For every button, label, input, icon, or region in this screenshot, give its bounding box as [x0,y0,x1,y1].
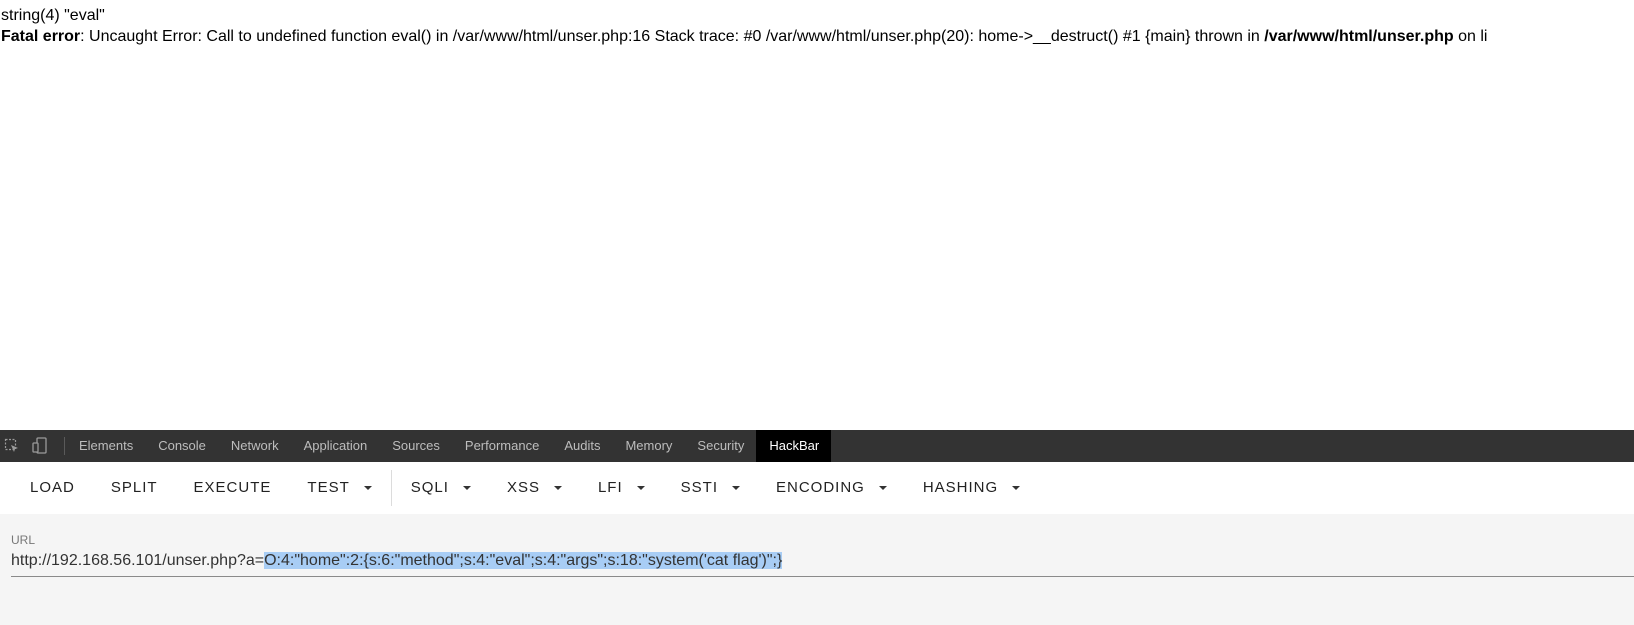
fatal-error-message: Fatal error: Uncaught Error: Call to und… [1,27,1487,47]
caret-down-icon [462,486,471,490]
fatal-error-label: Fatal error [1,28,81,45]
sqli-dropdown[interactable]: SQLI [393,462,489,514]
execute-button[interactable]: EXECUTE [176,462,290,514]
fatal-error-file: /var/www/html/unser.php [1264,28,1454,45]
url-selected-text: O:4:"home":2:{s:6:"method";s:4:"eval";s:… [264,552,783,569]
tab-security[interactable]: Security [684,430,756,462]
caret-down-icon [731,486,740,490]
url-label: URL [11,533,36,547]
tabbar-divider [64,437,65,455]
tab-application[interactable]: Application [291,430,380,462]
encoding-dropdown[interactable]: ENCODING [758,462,905,514]
tab-memory[interactable]: Memory [612,430,684,462]
encoding-dropdown-label: ENCODING [775,479,865,496]
lfi-dropdown-label: LFI [597,479,623,496]
toolbar-divider [390,470,392,506]
url-section: URL http://192.168.56.101/unser.php?a=O:… [0,514,1634,625]
caret-down-icon [363,486,372,490]
xss-dropdown-label: XSS [506,479,540,496]
tab-audits[interactable]: Audits [551,430,612,462]
caret-down-icon [1012,486,1021,490]
xss-dropdown[interactable]: XSS [489,462,580,514]
test-dropdown-label: TEST [307,479,350,496]
caret-down-icon [636,486,645,490]
test-dropdown[interactable]: TEST [289,462,389,514]
url-input-underline [11,576,1634,577]
tab-console[interactable]: Console [145,430,218,462]
split-button-label: SPLIT [110,479,158,496]
execute-button-label: EXECUTE [193,479,272,496]
devtools-panel: Elements Console Network Application Sou… [0,430,1634,625]
fatal-error-text: : Uncaught Error: Call to undefined func… [80,28,1265,45]
inspect-icon[interactable] [2,436,22,456]
load-button[interactable]: LOAD [0,462,93,514]
url-input[interactable]: http://192.168.56.101/unser.php?a=O:4:"h… [11,550,783,572]
lfi-dropdown[interactable]: LFI [580,462,663,514]
hashing-dropdown[interactable]: HASHING [905,462,1038,514]
url-prefix: http://192.168.56.101/unser.php?a= [11,552,265,569]
device-icon[interactable] [30,436,50,456]
tab-hackbar[interactable]: HackBar [756,430,832,462]
devtools-tabbar: Elements Console Network Application Sou… [0,430,1634,462]
tab-network[interactable]: Network [218,430,291,462]
ssti-dropdown[interactable]: SSTI [663,462,758,514]
tab-performance[interactable]: Performance [452,430,551,462]
page-output: string(4) "eval" Fatal error: Uncaught E… [0,0,1634,430]
var-dump-output: string(4) "eval" [1,7,105,24]
load-button-label: LOAD [30,479,75,496]
split-button[interactable]: SPLIT [93,462,176,514]
caret-down-icon [553,486,562,490]
tab-elements[interactable]: Elements [79,430,145,462]
caret-down-icon [878,486,887,490]
ssti-dropdown-label: SSTI [680,479,718,496]
fatal-error-tail: on li [1453,28,1488,45]
tab-sources[interactable]: Sources [379,430,452,462]
hashing-dropdown-label: HASHING [922,479,999,496]
hackbar-toolbar: LOAD SPLIT EXECUTE TEST SQLI XSS LFI SST… [0,462,1634,514]
sqli-dropdown-label: SQLI [410,479,449,496]
